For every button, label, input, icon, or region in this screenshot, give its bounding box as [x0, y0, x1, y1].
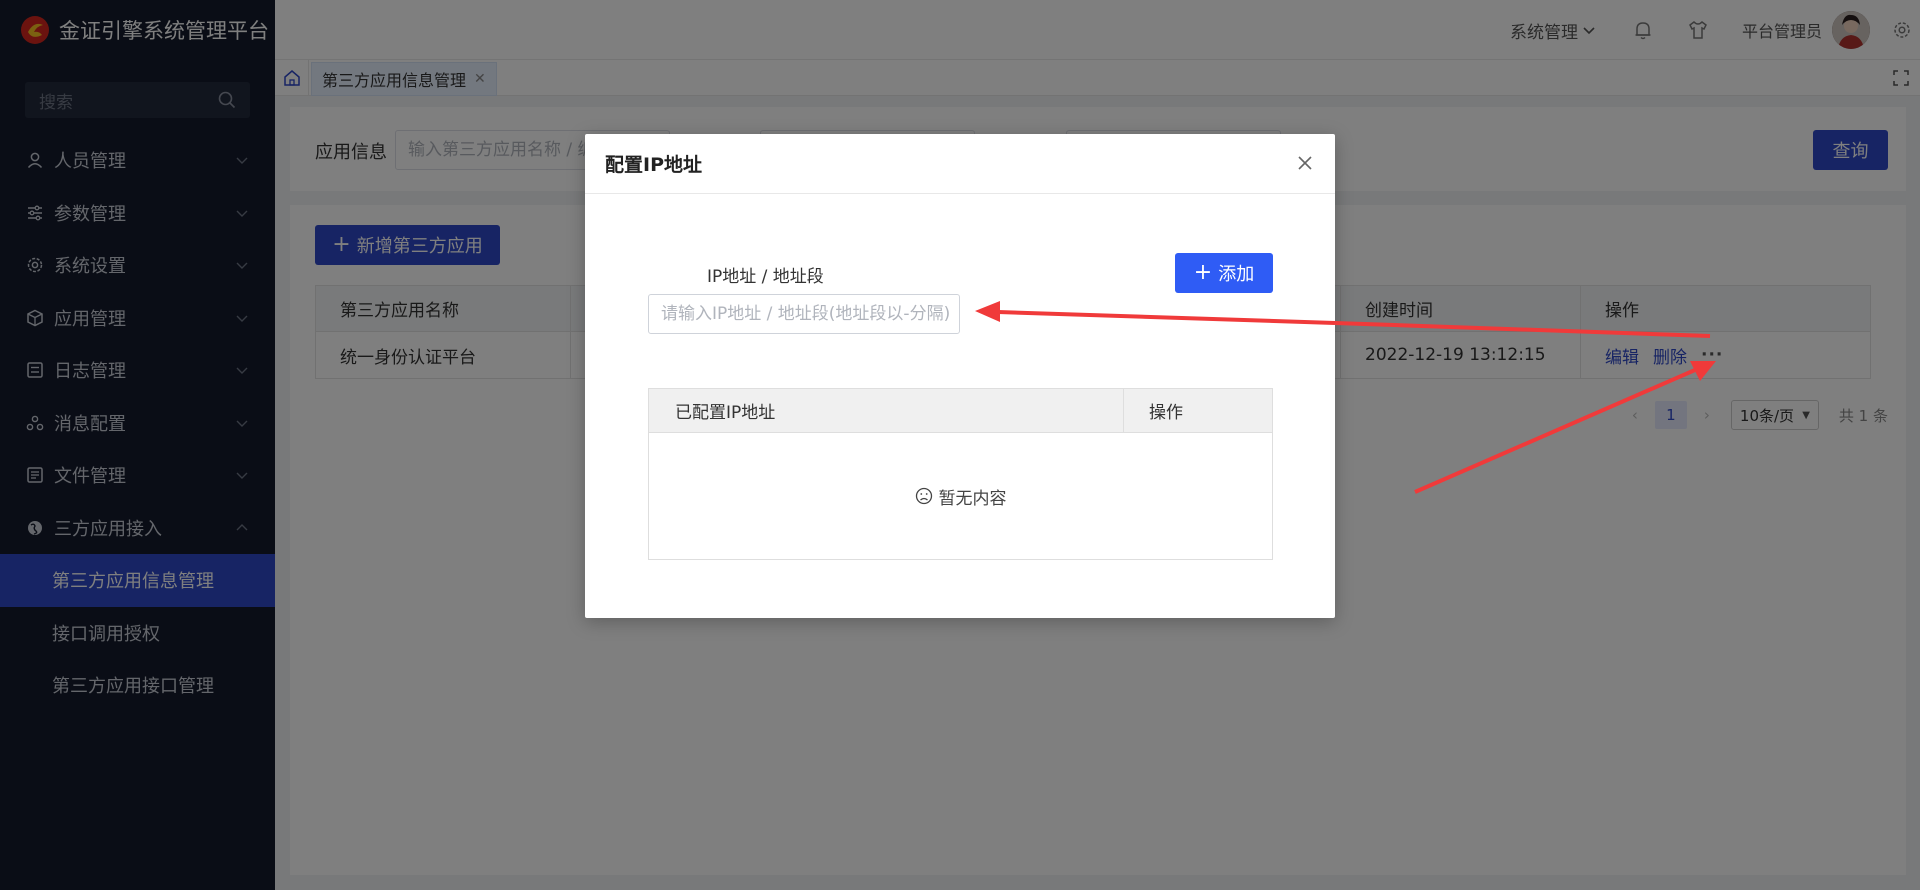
configured-ip-table: 已配置IP地址 操作 暂无内容 [648, 388, 1273, 560]
sad-face-icon [915, 487, 932, 505]
ip-address-input[interactable]: 请输入IP地址 / 地址段(地址段以-分隔) [648, 294, 960, 334]
empty-text: 暂无内容 [938, 488, 1007, 509]
configure-ip-dialog: 配置IP地址 IP地址 / 地址段 请输入IP地址 / 地址段(地址段以-分隔)… [585, 134, 1335, 618]
column-header: 操作 [1149, 403, 1183, 423]
dialog-title: 配置IP地址 [605, 154, 702, 176]
column-header: 已配置IP地址 [649, 389, 1124, 432]
ip-field-label: IP地址 / 地址段 [707, 267, 824, 287]
add-ip-label: 添加 [1218, 264, 1255, 285]
close-icon[interactable] [1295, 153, 1315, 173]
table-header: 已配置IP地址 操作 [649, 389, 1272, 433]
add-ip-button[interactable]: + 添加 [1175, 253, 1273, 293]
dialog-header: 配置IP地址 [585, 134, 1335, 194]
empty-state: 暂无内容 [649, 433, 1272, 559]
plus-icon: + [1193, 260, 1213, 285]
